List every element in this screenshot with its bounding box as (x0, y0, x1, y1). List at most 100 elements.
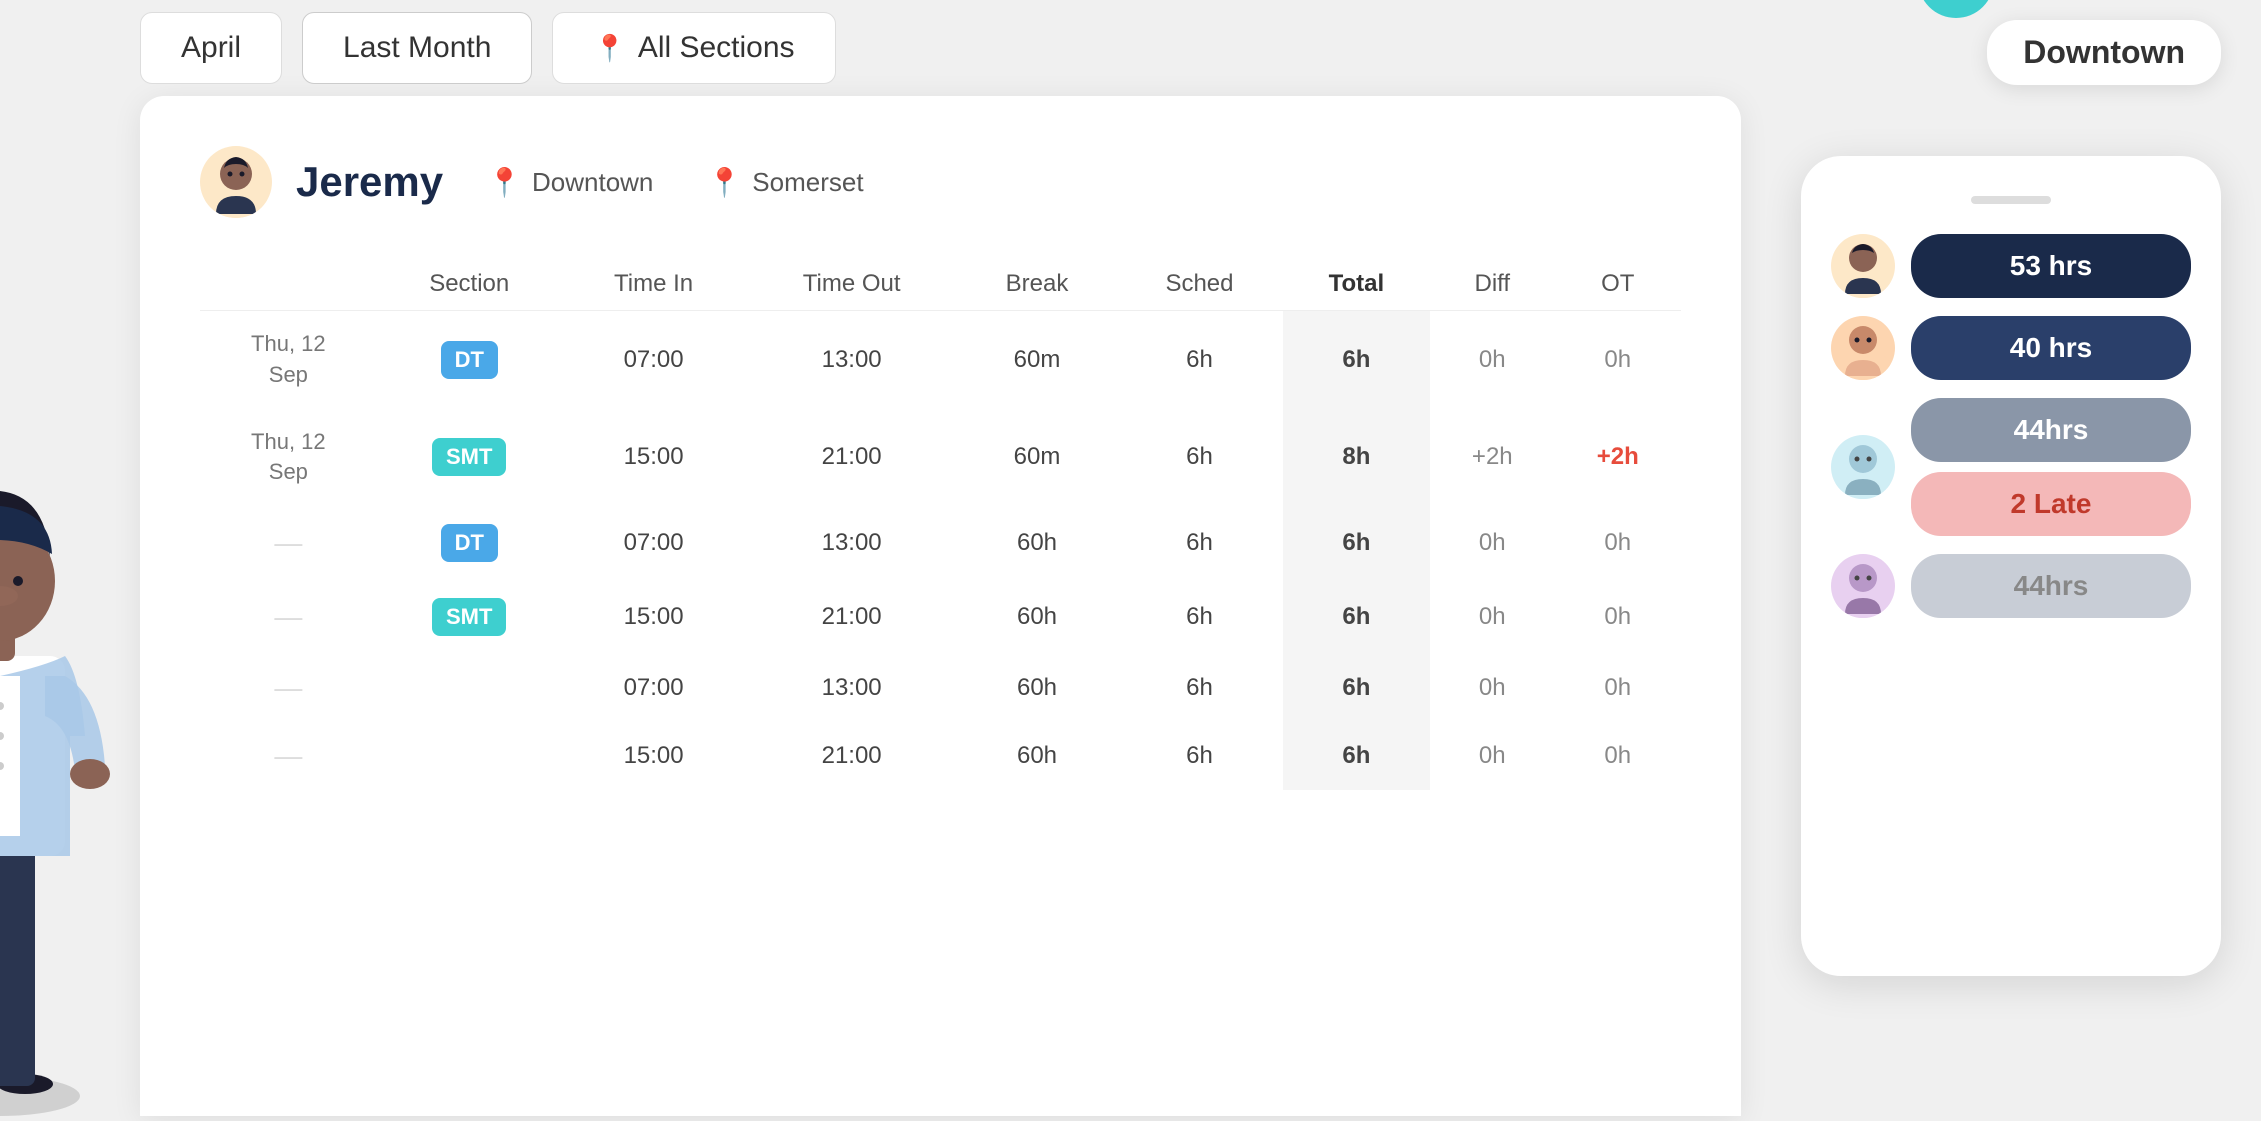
late-btn-3[interactable]: 2 Late (1911, 472, 2191, 536)
time-in-cell: 15:00 (562, 409, 746, 507)
table-row: Thu, 12SepDT07:0013:0060m6h6h0h0h (200, 311, 1681, 409)
sched-cell: 6h (1116, 506, 1283, 580)
diff-cell: 0h (1430, 580, 1554, 654)
time-out-cell: 13:00 (745, 311, 957, 409)
ot-cell: 0h (1555, 580, 1682, 654)
ot-cell: +2h (1555, 409, 1682, 507)
break-cell: 60h (958, 506, 1116, 580)
last-month-filter-btn[interactable]: Last Month (302, 12, 532, 84)
mobile-notch (1971, 196, 2051, 204)
section-cell: SMT (377, 409, 562, 507)
all-sections-label: All Sections (638, 31, 795, 65)
last-month-label: Last Month (343, 31, 491, 65)
avatar (1831, 435, 1895, 499)
date-cell: — (200, 580, 377, 654)
hours-btn-2[interactable]: 40 hrs (1911, 316, 2191, 380)
time-in-cell: 07:00 (562, 311, 746, 409)
location-downtown: 📍 Downtown (487, 166, 653, 199)
table-row: —SMT15:0021:0060h6h6h0h0h (200, 580, 1681, 654)
schedule-table: Section Time In Time Out Break Sched Tot… (200, 258, 1681, 790)
mobile-panel: 53 hrs 40 hrs 44hrs 2 Late 44hrs (1801, 156, 2221, 976)
sched-cell: 6h (1116, 654, 1283, 722)
time-in-cell: 07:00 (562, 506, 746, 580)
person-illustration (0, 416, 130, 1116)
break-cell: 60h (958, 654, 1116, 722)
ot-cell: 0h (1555, 722, 1682, 790)
break-cell: 60m (958, 409, 1116, 507)
time-in-cell: 07:00 (562, 654, 746, 722)
pin-icon-downtown: 📍 (487, 166, 522, 199)
downtown-floating-label: Downtown (1987, 20, 2221, 85)
employee-avatar (200, 146, 272, 218)
april-filter-btn[interactable]: April (140, 12, 282, 84)
diff-cell: 0h (1430, 654, 1554, 722)
hours-btn-3[interactable]: 44hrs (1911, 398, 2191, 462)
main-content: Jeremy 📍 Downtown 📍 Somerset Section Tim… (140, 96, 2261, 1116)
sched-cell: 6h (1116, 311, 1283, 409)
location-pin-icon: 📍 (593, 33, 625, 64)
location-somerset: 📍 Somerset (707, 166, 863, 199)
total-cell: 6h (1283, 654, 1430, 722)
list-item: 44hrs 2 Late (1831, 398, 2191, 536)
th-date (200, 258, 377, 311)
date-cell: Thu, 12Sep (200, 409, 377, 507)
employee-name: Jeremy (296, 158, 443, 206)
avatar (1831, 316, 1895, 380)
th-diff: Diff (1430, 258, 1554, 311)
total-cell: 8h (1283, 409, 1430, 507)
th-sched: Sched (1116, 258, 1283, 311)
sched-cell: 6h (1116, 722, 1283, 790)
section-cell (377, 654, 562, 722)
diff-cell: +2h (1430, 409, 1554, 507)
somerset-text: Somerset (752, 167, 863, 198)
hours-btn-4[interactable]: 44hrs (1911, 554, 2191, 618)
sched-cell: 6h (1116, 580, 1283, 654)
time-out-cell: 13:00 (745, 506, 957, 580)
date-cell: — (200, 654, 377, 722)
table-row: —DT07:0013:0060h6h6h0h0h (200, 506, 1681, 580)
pin-icon-somerset: 📍 (707, 166, 742, 199)
th-total: Total (1283, 258, 1430, 311)
th-break: Break (958, 258, 1116, 311)
avatar (1831, 234, 1895, 298)
diff-cell: 0h (1430, 311, 1554, 409)
ot-cell: 0h (1555, 506, 1682, 580)
table-row: —15:0021:0060h6h6h0h0h (200, 722, 1681, 790)
time-in-cell: 15:00 (562, 722, 746, 790)
time-out-cell: 21:00 (745, 722, 957, 790)
break-cell: 60m (958, 311, 1116, 409)
time-out-cell: 21:00 (745, 580, 957, 654)
date-cell: Thu, 12Sep (200, 311, 377, 409)
date-cell: — (200, 506, 377, 580)
th-time-in: Time In (562, 258, 746, 311)
list-item: 44hrs (1831, 554, 2191, 618)
avatar (1831, 554, 1895, 618)
th-time-out: Time Out (745, 258, 957, 311)
th-section: Section (377, 258, 562, 311)
section-cell: DT (377, 311, 562, 409)
ot-cell: 0h (1555, 654, 1682, 722)
table-row: —07:0013:0060h6h6h0h0h (200, 654, 1681, 722)
section-cell: DT (377, 506, 562, 580)
break-cell: 60h (958, 722, 1116, 790)
diff-cell: 0h (1430, 506, 1554, 580)
all-sections-filter-btn[interactable]: 📍 All Sections (552, 12, 835, 84)
total-cell: 6h (1283, 580, 1430, 654)
hours-btn-1[interactable]: 53 hrs (1911, 234, 2191, 298)
list-item: 53 hrs (1831, 234, 2191, 298)
employee-header: Jeremy 📍 Downtown 📍 Somerset (200, 146, 1681, 218)
section-cell (377, 722, 562, 790)
time-out-cell: 21:00 (745, 409, 957, 507)
total-cell: 6h (1283, 311, 1430, 409)
th-ot: OT (1555, 258, 1682, 311)
total-cell: 6h (1283, 722, 1430, 790)
ot-cell: 0h (1555, 311, 1682, 409)
list-item: 40 hrs (1831, 316, 2191, 380)
sched-cell: 6h (1116, 409, 1283, 507)
total-cell: 6h (1283, 506, 1430, 580)
diff-cell: 0h (1430, 722, 1554, 790)
downtown-text: Downtown (532, 167, 653, 198)
april-label: April (181, 31, 241, 65)
date-cell: — (200, 722, 377, 790)
table-row: Thu, 12SepSMT15:0021:0060m6h8h+2h+2h (200, 409, 1681, 507)
